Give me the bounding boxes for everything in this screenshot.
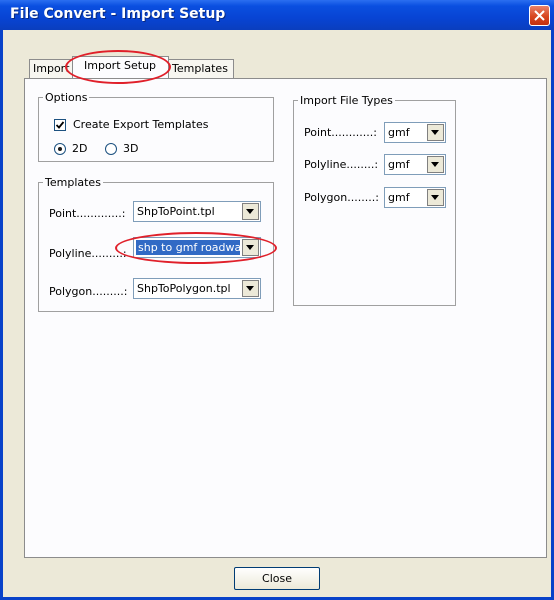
import-setup-panel: Options Create Export Templates 2D 3D Te… [24, 78, 547, 558]
template-polygon-select[interactable]: ShpToPolygon.tpl [133, 278, 261, 299]
file-type-polygon-value: gmf [388, 191, 410, 204]
chevron-down-icon[interactable] [427, 156, 444, 173]
title-bar[interactable]: File Convert - Import Setup [0, 0, 554, 30]
window-title: File Convert - Import Setup [10, 6, 226, 22]
options-legend: Options [45, 91, 88, 104]
template-polyline-select[interactable]: shp to gmf roadway [133, 237, 261, 258]
file-type-point-value: gmf [388, 126, 410, 139]
tab-templates[interactable]: Templates [168, 59, 234, 78]
template-polygon-value: ShpToPolygon.tpl [137, 282, 231, 295]
radio-2d[interactable] [54, 143, 66, 155]
checkmark-icon [55, 121, 65, 129]
templates-legend: Templates [45, 176, 101, 189]
chevron-down-icon[interactable] [242, 203, 259, 220]
chevron-down-icon[interactable] [242, 280, 259, 297]
template-polyline-label: Polyline.........: [49, 247, 127, 260]
file-type-polygon-select[interactable]: gmf [384, 187, 446, 208]
template-point-select[interactable]: ShpToPoint.tpl [133, 201, 261, 222]
template-point-value: ShpToPoint.tpl [137, 205, 215, 218]
template-polygon-label: Polygon.........: [49, 285, 128, 298]
radio-2d-label: 2D [72, 142, 88, 155]
radio-3d-label: 3D [123, 142, 139, 155]
tab-import-setup[interactable]: Import Setup [72, 56, 169, 78]
radio-3d[interactable] [105, 143, 117, 155]
tab-import[interactable]: Import [29, 59, 73, 78]
create-export-templates-checkbox[interactable] [54, 119, 66, 131]
chevron-down-icon[interactable] [242, 239, 259, 256]
template-polyline-value: shp to gmf roadway [136, 240, 240, 255]
chevron-down-icon[interactable] [427, 189, 444, 206]
dialog-window: File Convert - Import Setup Import Impor… [0, 0, 554, 600]
close-icon [534, 10, 545, 21]
file-type-point-label: Point............: [304, 126, 377, 139]
window-close-button[interactable] [529, 5, 550, 26]
import-file-types-legend: Import File Types [300, 94, 393, 107]
create-export-templates-label: Create Export Templates [73, 118, 209, 131]
template-point-label: Point.............: [49, 207, 126, 220]
close-button[interactable]: Close [234, 567, 320, 590]
file-type-polygon-label: Polygon........: [304, 191, 379, 204]
file-type-polyline-value: gmf [388, 158, 410, 171]
file-type-point-select[interactable]: gmf [384, 122, 446, 143]
chevron-down-icon[interactable] [427, 124, 444, 141]
file-type-polyline-label: Polyline........: [304, 158, 379, 171]
file-type-polyline-select[interactable]: gmf [384, 154, 446, 175]
